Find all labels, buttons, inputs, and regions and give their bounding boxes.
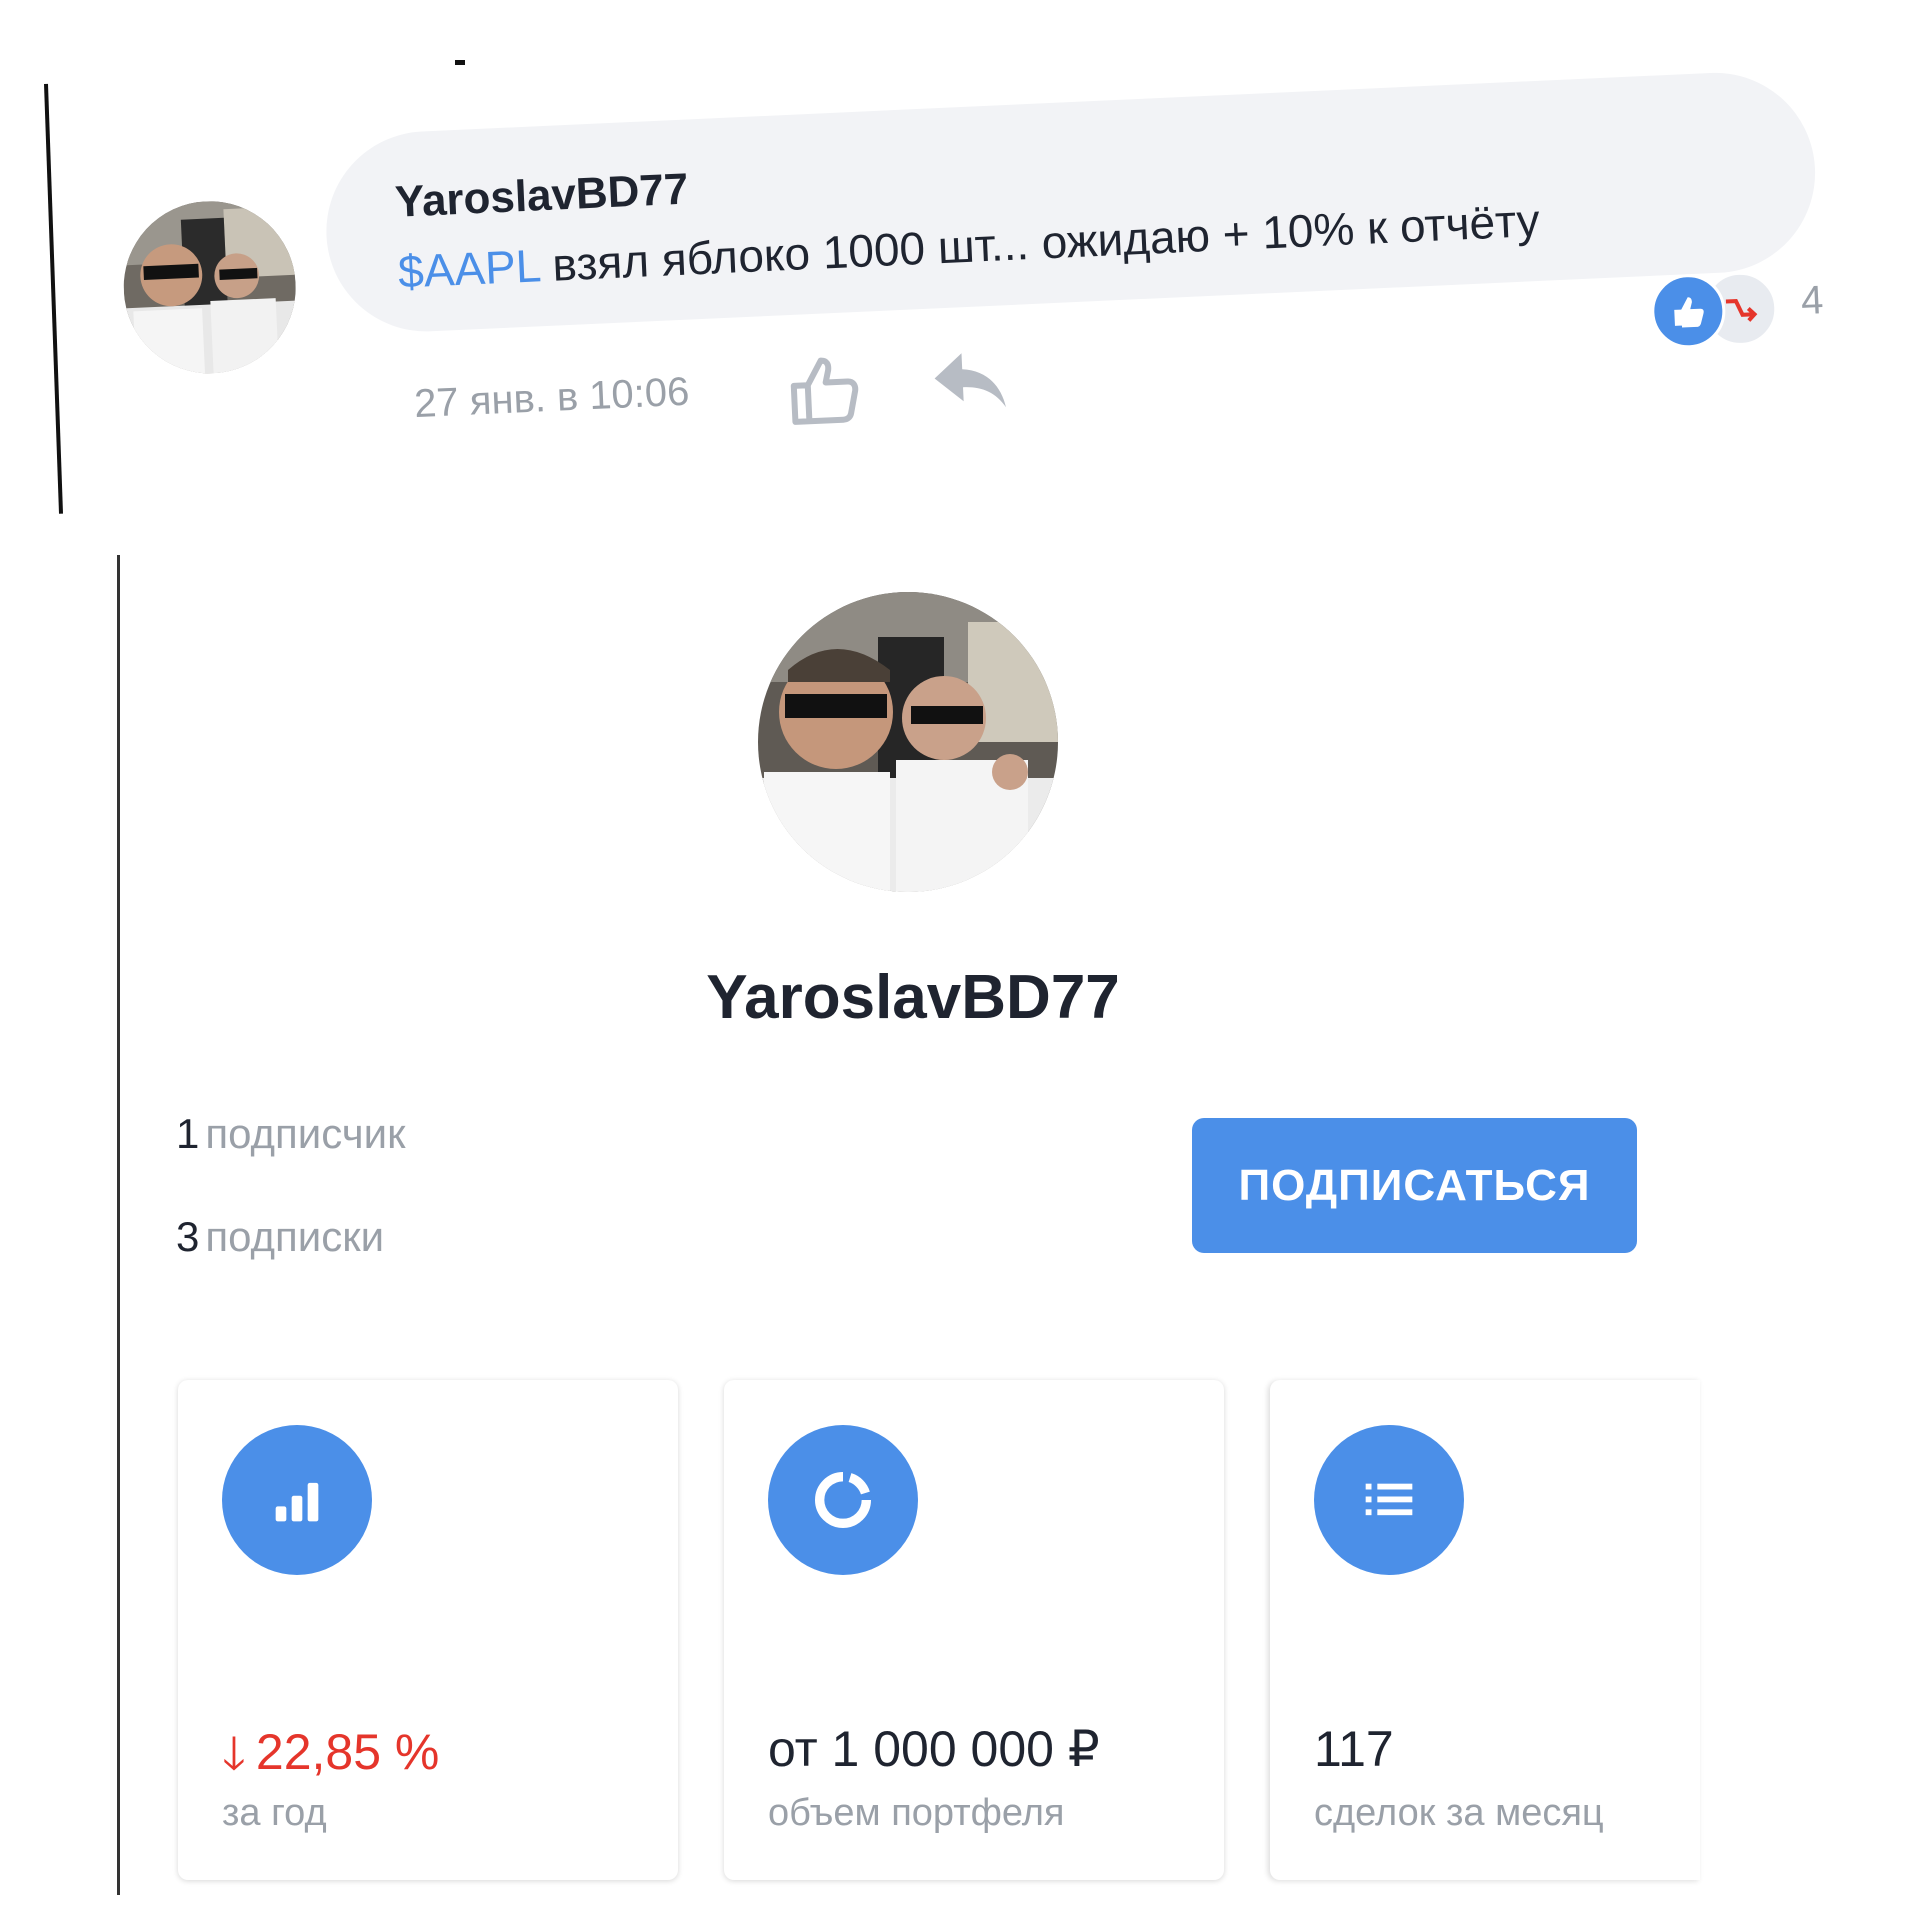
monthly-trades-card[interactable]: 117 сделок за месяц <box>1270 1380 1700 1880</box>
annual-return-number: 22,85 % <box>255 1724 440 1780</box>
donut-chart-icon <box>768 1425 918 1575</box>
portfolio-size-card[interactable]: от 1 000 000 ₽ объем портфеля <box>724 1380 1224 1880</box>
comment-timestamp: 27 янв. в 10:06 <box>413 369 691 427</box>
reaction-count: 4 <box>1799 278 1825 324</box>
portfolio-size-value: от 1 000 000 ₽ <box>768 1721 1100 1777</box>
profile-left-edge <box>117 555 120 1895</box>
followers-stat[interactable]: 1 подписчик <box>176 1110 406 1158</box>
portfolio-size-label: объем портфеля <box>768 1792 1065 1834</box>
profile-name: YaroslavBD77 <box>706 963 1120 1032</box>
comment-section: YaroslavBD77 $AAPL взял яблоко 1000 шт..… <box>0 0 1920 561</box>
annual-return-label: за год <box>222 1792 327 1834</box>
down-arrow-icon: 🡓 <box>222 1727 246 1779</box>
following-count: 3 <box>176 1213 200 1260</box>
following-label: подписки <box>205 1213 385 1260</box>
like-icon[interactable] <box>782 347 866 431</box>
monthly-trades-value: 117 <box>1314 1721 1394 1777</box>
list-icon <box>1314 1425 1464 1575</box>
profile-avatar <box>758 592 1058 892</box>
bar-chart-icon <box>222 1425 372 1575</box>
annual-return-card[interactable]: 🡓 22,85 % за год <box>178 1380 678 1880</box>
monthly-trades-label: сделок за месяц <box>1314 1792 1604 1834</box>
followers-label: подписчик <box>205 1110 406 1157</box>
following-stat[interactable]: 3 подписки <box>176 1213 384 1261</box>
comment-avatar[interactable] <box>119 197 300 378</box>
reactions[interactable] <box>1649 270 1793 356</box>
ticker-link[interactable]: $AAPL <box>397 239 541 297</box>
subscribe-button[interactable]: ПОДПИСАТЬСЯ <box>1192 1118 1637 1253</box>
annual-return-value: 🡓 22,85 % <box>222 1720 439 1798</box>
reply-icon[interactable] <box>927 345 1010 419</box>
followers-count: 1 <box>176 1110 200 1157</box>
